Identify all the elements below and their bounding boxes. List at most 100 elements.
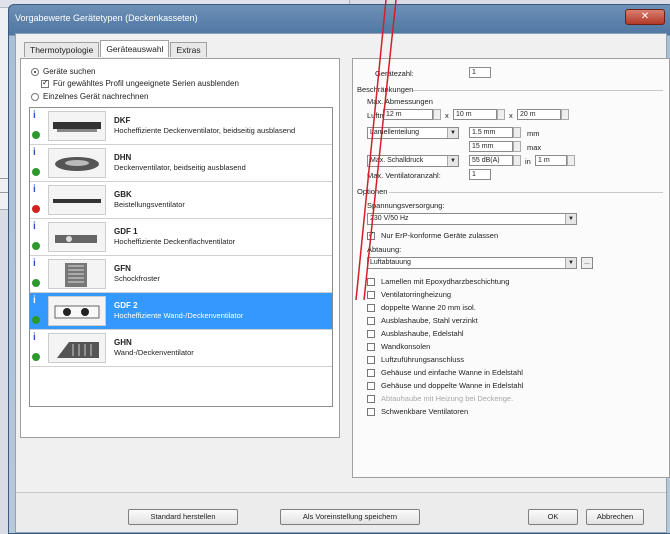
unit-mm-label: mm — [527, 129, 540, 138]
device-count-label: Gerätezahl: — [375, 69, 414, 78]
length-field[interactable]: 12 m — [383, 109, 433, 120]
radio-icon[interactable] — [31, 92, 39, 101]
tab-extras[interactable]: Extras — [170, 42, 207, 57]
fin-spacing-spinner[interactable] — [513, 127, 521, 138]
width-spinner[interactable] — [497, 109, 505, 120]
device-code: DKF — [114, 116, 131, 125]
width-field[interactable]: 10 m — [453, 109, 497, 120]
distance-field[interactable]: 1 m — [535, 155, 567, 166]
checkbox-icon[interactable] — [367, 407, 375, 416]
option-checkbox[interactable]: Gehäuse und doppelte Wanne in Edelstahl — [367, 381, 523, 390]
group-divider — [389, 192, 663, 193]
device-list-item[interactable]: i GDF 1 Hocheffiziente Deckenflachventilat… — [30, 219, 332, 256]
checkbox-icon[interactable] — [41, 78, 49, 88]
tab-thermotypologie[interactable]: Thermotypologie — [24, 42, 100, 57]
restore-standard-button[interactable]: Standard herstellen — [128, 509, 238, 525]
save-default-button[interactable]: Als Voreinstellung speichern — [280, 509, 420, 525]
max-fans-field[interactable]: 1 — [469, 169, 491, 180]
device-list-item[interactable]: i DKF Hocheffiziente Deckenventilator, bei… — [30, 108, 332, 145]
second-spacing-spinner[interactable] — [513, 141, 521, 152]
sound-pressure-spinner[interactable] — [513, 155, 521, 166]
fin-spacing-field[interactable]: 1.5 mm — [469, 127, 513, 138]
device-list-item[interactable]: i GDF 2 Hocheffiziente Wand-/Deckenventila… — [30, 293, 332, 330]
option-checkbox[interactable]: Gehäuse und einfache Wanne in Edelstahl — [367, 368, 523, 377]
checkbox-icon[interactable] — [367, 355, 375, 364]
ok-button[interactable]: OK — [528, 509, 578, 525]
info-icon[interactable]: i — [33, 185, 39, 195]
distance-spinner[interactable] — [567, 155, 575, 166]
option-checkbox[interactable]: Schwenkbare Ventilatoren — [367, 407, 468, 416]
chevron-down-icon[interactable]: ▼ — [565, 258, 576, 268]
fin-spacing-select[interactable]: Lamellenteilung ▼ — [367, 127, 459, 139]
radio-single-device[interactable]: Einzelnes Gerät nachrechnen — [31, 92, 148, 101]
info-icon[interactable]: i — [33, 333, 39, 343]
chevron-down-icon[interactable]: ▼ — [447, 156, 458, 166]
device-code: GHN — [114, 338, 132, 347]
info-icon[interactable]: i — [33, 111, 39, 121]
checkbox-icon[interactable] — [367, 277, 375, 286]
checkbox-label: Gehäuse und doppelte Wanne in Edelstahl — [381, 381, 524, 390]
tab-geraeteauswahl[interactable]: Geräteauswahl — [100, 40, 170, 57]
device-list[interactable]: i DKF Hocheffiziente Deckenventilator, bei… — [29, 107, 333, 407]
option-checkbox[interactable]: Ausblashaube, Stahl verzinkt — [367, 316, 478, 325]
height-field[interactable]: 20 m — [517, 109, 561, 120]
cancel-button[interactable]: Abbrechen — [586, 509, 644, 525]
checkbox-label: Gehäuse und einfache Wanne in Edelstahl — [381, 368, 523, 377]
power-supply-select[interactable]: 230 V/50 Hz ▼ — [367, 213, 577, 225]
device-thumbnail — [48, 296, 106, 326]
radio-icon[interactable] — [31, 67, 39, 76]
device-thumbnail — [48, 185, 106, 215]
checkbox-icon[interactable] — [367, 303, 375, 312]
option-checkbox: Abtauhaube mit Heizung bei Deckenge. — [367, 394, 513, 403]
option-checkbox[interactable]: Ventilatorringheizung — [367, 290, 451, 299]
checkbox-icon[interactable] — [367, 368, 375, 377]
checkbox-icon[interactable] — [367, 329, 375, 338]
device-code: GDF 1 — [114, 227, 138, 236]
checkbox-label: Ausblashaube, Edelstahl — [381, 329, 464, 338]
chevron-down-icon[interactable]: ▼ — [565, 214, 576, 224]
device-count-field[interactable]: 1 — [469, 67, 491, 78]
option-checkbox[interactable]: Luftzuführungsanschluss — [367, 355, 464, 364]
defrost-more-button[interactable]: ... — [581, 257, 593, 269]
device-list-item[interactable]: i GFN Schockfroster — [30, 256, 332, 293]
info-icon[interactable]: i — [33, 222, 39, 232]
height-spinner[interactable] — [561, 109, 569, 120]
sound-pressure-field[interactable]: 55 dB(A) — [469, 155, 513, 166]
close-button[interactable]: ✕ — [625, 9, 665, 25]
device-list-item[interactable]: i GBK Beistellungsventilator — [30, 182, 332, 219]
info-icon[interactable]: i — [33, 296, 39, 306]
max-dimensions-label: Max. Abmessungen — [367, 97, 433, 106]
checkbox-hide-unsuitable[interactable]: Für gewähltes Profil ungeeignete Serien … — [41, 78, 239, 88]
radio-search-devices[interactable]: Geräte suchen — [31, 67, 95, 76]
times-label: x — [509, 111, 513, 120]
option-checkbox[interactable]: doppelte Wanne 20 mm isol. — [367, 303, 476, 312]
radio-label: Geräte suchen — [43, 67, 96, 76]
device-description: Beistellungsventilator — [114, 200, 185, 209]
info-icon[interactable]: i — [33, 148, 39, 158]
checkbox-icon[interactable] — [367, 342, 375, 351]
chevron-down-icon[interactable]: ▼ — [447, 128, 458, 138]
length-spinner[interactable] — [433, 109, 441, 120]
status-dot-icon — [32, 205, 40, 213]
device-description: Schockfroster — [114, 274, 160, 283]
checkbox-icon[interactable] — [367, 230, 375, 240]
checkbox-erp-only[interactable]: Nur ErP-konforme Geräte zulassen — [367, 230, 498, 240]
option-checkbox[interactable]: Wandkonsolen — [367, 342, 430, 351]
info-icon[interactable]: i — [33, 259, 39, 269]
device-list-item[interactable]: i DHN Deckenventilator, beidseitig ausblas… — [30, 145, 332, 182]
status-dot-icon — [32, 279, 40, 287]
checkbox-label: Abtauhaube mit Heizung bei Deckenge. — [381, 394, 514, 403]
status-dot-icon — [32, 168, 40, 176]
options-group-label: Optionen — [357, 187, 388, 196]
checkbox-icon[interactable] — [367, 290, 375, 299]
option-checkbox[interactable]: Ausblashaube, Edelstahl — [367, 329, 464, 338]
checkbox-label: Schwenkbare Ventilatoren — [381, 407, 469, 416]
defrost-select[interactable]: Luftabtauung ▼ — [367, 257, 577, 269]
sound-pressure-select[interactable]: Max. Schalldruck ▼ — [367, 155, 459, 167]
option-checkbox[interactable]: Lamellen mit Epoxydharzbeschichtung — [367, 277, 509, 286]
checkbox-icon[interactable] — [367, 381, 375, 390]
device-list-item[interactable]: i GHN Wand-/Deckenventilator — [30, 330, 332, 367]
checkbox-icon[interactable] — [367, 316, 375, 325]
device-code: GBK — [114, 190, 132, 199]
second-spacing-field[interactable]: 15 mm — [469, 141, 513, 152]
